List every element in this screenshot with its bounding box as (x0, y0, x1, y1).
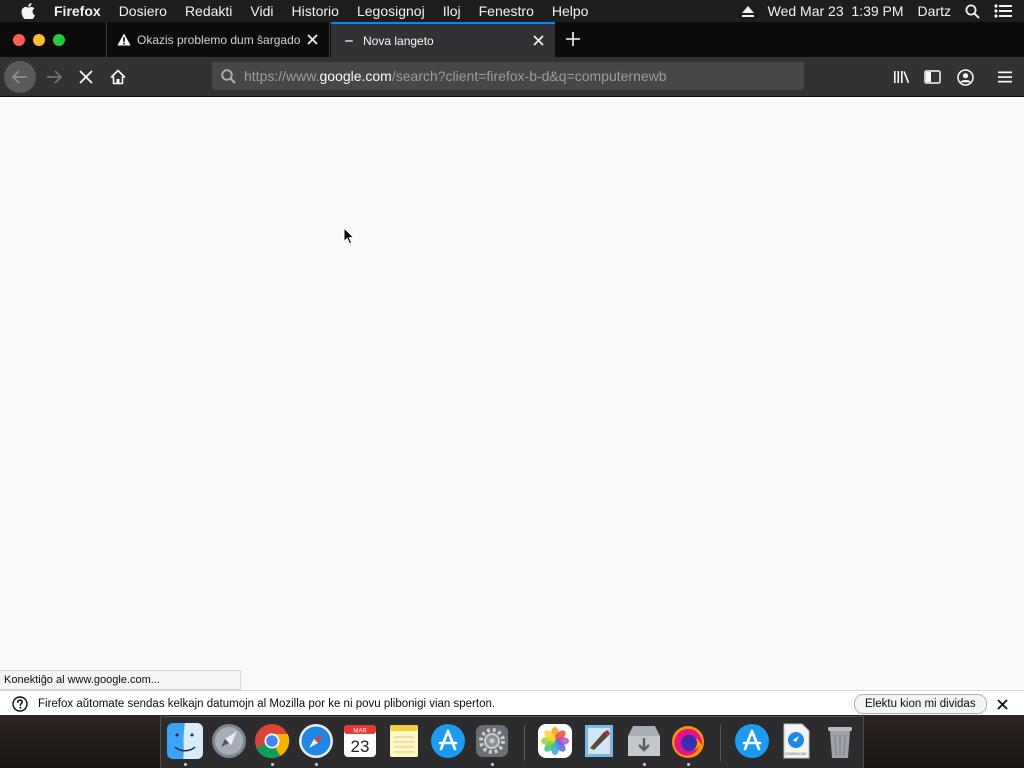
sidebar-toggle-button[interactable] (920, 65, 944, 89)
notification-text: Firefox aŭtomate sendas kelkajn datumojn… (38, 697, 496, 710)
window-close-button[interactable] (13, 34, 25, 46)
tab-problem-loading[interactable]: Okazis problemo dum ŝargado de paĝo (106, 22, 330, 57)
download-file-label: DOWNLOAD (785, 752, 807, 756)
menubar-user[interactable]: Dartz (918, 3, 951, 19)
menubar-clock[interactable]: Wed Mar 23 1:39 PM (768, 3, 904, 19)
new-tab-plus-icon[interactable] (562, 28, 584, 50)
menu-iloj[interactable]: Iloj (443, 0, 461, 22)
search-icon (221, 68, 236, 84)
downloads-folder-icon[interactable] (625, 722, 663, 760)
hamburger-menu-icon (998, 71, 1012, 83)
running-indicator (491, 763, 494, 766)
apple-menu-icon[interactable] (21, 3, 35, 19)
home-button[interactable] (106, 65, 130, 89)
warning-icon (117, 33, 131, 46)
trash-icon[interactable] (821, 722, 859, 760)
photos-icon[interactable] (536, 722, 574, 760)
tab-strip: Okazis problemo dum ŝargado de paĝo Nova… (0, 22, 1024, 57)
menu-historio[interactable]: Historio (292, 0, 339, 22)
menu-bar: Firefox Dosiero Redakti Vidi Historio Le… (0, 0, 1024, 22)
firefox-icon[interactable] (669, 722, 707, 760)
navigation-toolbar: https://www.google.com/search?client=fir… (0, 57, 1024, 97)
menu-dosiero[interactable]: Dosiero (119, 0, 167, 22)
menu-legosignoj[interactable]: Legosignoj (357, 0, 425, 22)
tab-close-icon[interactable] (301, 29, 323, 51)
tab-close-icon[interactable] (527, 30, 549, 52)
running-indicator (315, 763, 318, 766)
back-button[interactable] (4, 61, 36, 93)
menu-vidi[interactable]: Vidi (250, 0, 273, 22)
dock-separator (524, 725, 525, 761)
status-panel: Konektiĝo al www.google.com... (0, 670, 241, 690)
app-store-icon[interactable] (429, 722, 467, 760)
url-host: google.com (319, 68, 392, 84)
calendar-day: 23 (351, 737, 370, 756)
url-prefix: https://www. (244, 68, 320, 84)
menu-app-firefox[interactable]: Firefox (54, 0, 101, 22)
menu-redakti[interactable]: Redakti (185, 0, 232, 22)
forward-arrow-icon (47, 70, 62, 84)
back-arrow-icon (12, 70, 27, 84)
system-preferences-icon[interactable] (473, 722, 511, 760)
running-indicator (643, 763, 646, 766)
finder-icon[interactable] (166, 722, 204, 760)
spotlight-search-icon[interactable] (965, 4, 980, 19)
launchpad-icon[interactable] (210, 722, 248, 760)
running-indicator (687, 763, 690, 766)
notes-icon[interactable] (385, 722, 423, 760)
account-button[interactable] (952, 64, 978, 90)
loading-icon (345, 39, 353, 43)
question-icon (12, 695, 28, 712)
chrome-icon[interactable] (253, 722, 291, 760)
notification-close-icon[interactable] (992, 694, 1012, 714)
stop-icon (79, 70, 93, 84)
app-store-download-icon[interactable] (733, 722, 771, 760)
url-text[interactable]: https://www.google.com/search?client=fir… (244, 68, 667, 84)
dock: MAR 23 DOWNLOAD (160, 716, 864, 768)
choose-what-to-share-button[interactable]: Elektu kion mi dividas (854, 694, 987, 714)
hamburger-menu-button[interactable] (993, 65, 1017, 89)
mail-icon[interactable] (580, 722, 618, 760)
menu-fenestro[interactable]: Fenestro (479, 0, 534, 22)
home-icon (110, 69, 126, 85)
tab-new-tab[interactable]: Nova langeto (331, 22, 555, 57)
window-minimize-button[interactable] (33, 34, 45, 46)
forward-button[interactable] (42, 65, 66, 89)
calendar-month: MAR (353, 729, 367, 735)
url-bar[interactable]: https://www.google.com/search?client=fir… (212, 62, 804, 90)
downloaded-file-icon[interactable]: DOWNLOAD (777, 722, 815, 760)
dock-separator (720, 725, 721, 761)
notification-center-icon[interactable] (994, 4, 1012, 18)
data-reporting-notification-bar: Firefox aŭtomate sendas kelkajn datumojn… (0, 690, 1024, 716)
safari-icon[interactable] (297, 722, 335, 760)
page-content[interactable] (0, 97, 1024, 690)
account-icon (956, 68, 974, 86)
url-path: /search?client=firefox-b-d&q=computernew… (391, 68, 667, 84)
tab-label: Okazis problemo dum ŝargado de paĝo (137, 32, 301, 47)
menu-helpo[interactable]: Helpo (552, 0, 589, 22)
stop-button[interactable] (74, 65, 98, 89)
running-indicator (271, 763, 274, 766)
mouse-cursor-icon (343, 226, 356, 245)
running-indicator (184, 763, 187, 766)
library-icon (893, 71, 909, 84)
eject-icon[interactable] (741, 5, 754, 17)
sidebar-icon (923, 70, 941, 84)
library-button[interactable] (889, 65, 913, 89)
window-zoom-button[interactable] (53, 34, 65, 46)
tab-label: Nova langeto (363, 33, 434, 48)
calendar-icon[interactable]: MAR 23 (341, 722, 379, 760)
